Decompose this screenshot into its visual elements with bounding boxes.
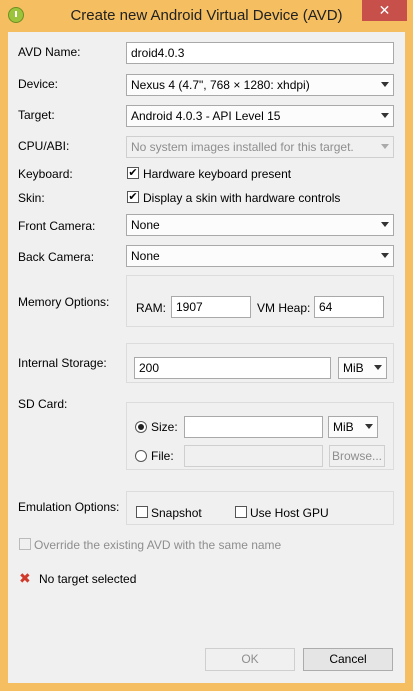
sd-file-radio[interactable] [135, 450, 147, 462]
sd-size-unit-value: MiB [333, 420, 354, 434]
back-camera-select-value: None [131, 249, 160, 263]
override-checkbox [19, 538, 31, 550]
memory-options-label: Memory Options: [18, 295, 110, 309]
internal-storage-group: 200 MiB [126, 343, 394, 383]
device-label: Device: [18, 77, 59, 91]
skin-checkbox[interactable]: ✔ [127, 191, 139, 203]
back-camera-label: Back Camera: [18, 250, 95, 264]
sd-file-input [184, 445, 323, 467]
keyboard-checkbox-label: Hardware keyboard present [143, 167, 292, 181]
memory-options-group: RAM: 1907 VM Heap: 64 [126, 275, 394, 327]
sd-size-unit-select[interactable]: MiB [328, 416, 378, 438]
emulation-options-group: Snapshot Use Host GPU [126, 491, 394, 525]
target-select-value: Android 4.0.3 - API Level 15 [131, 109, 281, 123]
sd-file-label: File: [151, 449, 174, 463]
use-host-gpu-label: Use Host GPU [250, 506, 329, 520]
keyboard-checkbox[interactable]: ✔ [127, 167, 139, 179]
cancel-button[interactable]: Cancel [303, 648, 393, 671]
ram-label: RAM: [136, 301, 166, 315]
vm-heap-label: VM Heap: [257, 301, 311, 315]
browse-button: Browse... [329, 445, 385, 467]
keyboard-label: Keyboard: [18, 167, 73, 181]
avd-name-label: AVD Name: [18, 45, 81, 59]
device-select-value: Nexus 4 (4.7", 768 × 1280: xhdpi) [131, 78, 310, 92]
chevron-down-icon [381, 253, 389, 258]
override-label: Override the existing AVD with the same … [34, 538, 282, 552]
ram-input[interactable]: 1907 [171, 296, 251, 318]
title-bar[interactable]: Create new Android Virtual Device (AVD) … [0, 0, 413, 32]
snapshot-checkbox[interactable] [136, 506, 148, 518]
vm-heap-input[interactable]: 64 [314, 296, 384, 318]
avd-dialog-window: Create new Android Virtual Device (AVD) … [0, 0, 413, 691]
sd-size-radio[interactable] [135, 421, 147, 433]
internal-storage-unit-value: MiB [343, 361, 364, 375]
skin-label: Skin: [18, 191, 45, 205]
front-camera-select-value: None [131, 218, 160, 232]
internal-storage-input[interactable]: 200 [134, 357, 331, 379]
device-select[interactable]: Nexus 4 (4.7", 768 × 1280: xhdpi) [126, 74, 394, 96]
emulation-options-label: Emulation Options: [18, 500, 120, 514]
chevron-down-icon [381, 113, 389, 118]
sd-size-input[interactable] [184, 416, 323, 438]
target-label: Target: [18, 108, 55, 122]
close-button[interactable]: ✕ [362, 0, 407, 21]
chevron-down-icon [381, 222, 389, 227]
internal-storage-label: Internal Storage: [18, 356, 107, 370]
front-camera-select[interactable]: None [126, 214, 394, 236]
window-title: Create new Android Virtual Device (AVD) [70, 7, 343, 24]
cpu-abi-select-value: No system images installed for this targ… [131, 140, 354, 154]
status-message: No target selected [39, 572, 137, 586]
front-camera-label: Front Camera: [18, 219, 96, 233]
snapshot-label: Snapshot [151, 506, 202, 520]
dialog-body: AVD Name: droid4.0.3 Device: Nexus 4 (4.… [8, 32, 405, 683]
chevron-down-icon [365, 424, 373, 429]
skin-checkbox-label: Display a skin with hardware controls [143, 191, 341, 205]
avd-name-input[interactable]: droid4.0.3 [126, 42, 394, 64]
chevron-down-icon [374, 365, 382, 370]
internal-storage-unit-select[interactable]: MiB [338, 357, 387, 379]
back-camera-select[interactable]: None [126, 245, 394, 267]
target-select[interactable]: Android 4.0.3 - API Level 15 [126, 105, 394, 127]
cpu-abi-label: CPU/ABI: [18, 139, 70, 153]
sd-card-label: SD Card: [18, 397, 68, 411]
chevron-down-icon [381, 82, 389, 87]
cpu-abi-select: No system images installed for this targ… [126, 136, 394, 158]
sd-size-label: Size: [151, 420, 178, 434]
error-x-icon: ✖ [19, 570, 31, 586]
sd-card-group: Size: MiB File: Browse... [126, 402, 394, 470]
use-host-gpu-checkbox[interactable] [235, 506, 247, 518]
chevron-down-icon [381, 144, 389, 149]
ok-button[interactable]: OK [205, 648, 295, 671]
